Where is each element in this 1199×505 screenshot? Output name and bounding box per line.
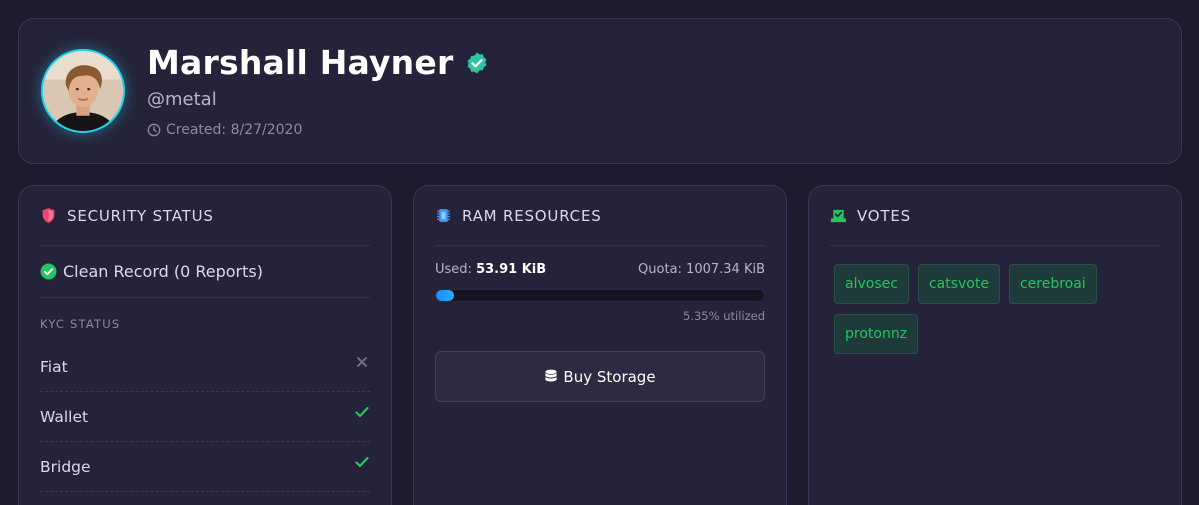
ram-usage-bar [435,289,765,302]
check-icon [355,456,369,467]
kyc-row-bridge: Bridge [40,442,370,492]
verified-badge-icon [465,51,489,75]
shield-icon [42,208,55,223]
security-status-card: SECURITY STATUS Clean Record (0 Reports)… [18,185,392,505]
created-date: Created: 8/27/2020 [147,122,302,138]
kyc-row-fiat: Fiat [40,342,370,392]
clock-icon [147,123,161,137]
ram-usage-bar-fill [436,290,454,301]
votes-list: alvosec catsvote cerebroai protonnz [834,264,1161,354]
name-row: Marshall Hayner [147,43,489,82]
x-icon [357,356,367,367]
vote-tag[interactable]: cerebroai [1008,264,1097,304]
ballot-box-icon [830,209,847,223]
security-title: SECURITY STATUS [67,206,214,225]
vote-tag[interactable]: catsvote [917,264,1000,304]
profile-handle: @metal [147,89,217,110]
kyc-status-label: KYC STATUS [40,317,121,331]
security-header: SECURITY STATUS [40,186,370,246]
avatar-image [43,51,123,131]
check-circle-icon [40,263,57,280]
memory-chip-icon [437,209,450,222]
kyc-label-fiat: Fiat [40,357,68,376]
votes-card: VOTES alvosec catsvote cerebroai protonn… [808,185,1182,505]
check-icon [355,406,369,417]
profile-card: Marshall Hayner @metal Created: 8/27/202… [18,18,1182,164]
kyc-label-bridge: Bridge [40,457,91,476]
ram-utilized-text: 5.35% utilized [683,309,765,323]
created-text: Created: 8/27/2020 [166,122,303,138]
kyc-row-wallet: Wallet [40,392,370,442]
database-icon [545,369,558,382]
ram-used: Used: 53.91 KiB [435,262,546,277]
votes-title: VOTES [857,206,911,225]
avatar [41,49,125,133]
ram-used-value: 53.91 KiB [476,262,547,277]
ram-resources-card: RAM RESOURCES Used: 53.91 KiB Quota: 100… [413,185,787,505]
clean-record-text: Clean Record (0 Reports) [63,262,263,281]
clean-record-row: Clean Record (0 Reports) [40,246,370,298]
profile-name: Marshall Hayner [147,43,454,82]
ram-used-label: Used: [435,262,472,277]
buy-storage-label: Buy Storage [563,367,656,386]
ram-header: RAM RESOURCES [435,186,765,246]
vote-tag[interactable]: alvosec [834,264,909,304]
ram-title: RAM RESOURCES [462,206,602,225]
votes-header: VOTES [830,186,1160,246]
vote-tag[interactable]: protonnz [834,314,919,354]
ram-usage-row: Used: 53.91 KiB Quota: 1007.34 KiB [435,262,765,277]
kyc-label-wallet: Wallet [40,407,89,426]
ram-quota: Quota: 1007.34 KiB [638,262,765,277]
buy-storage-button[interactable]: Buy Storage [435,351,765,402]
